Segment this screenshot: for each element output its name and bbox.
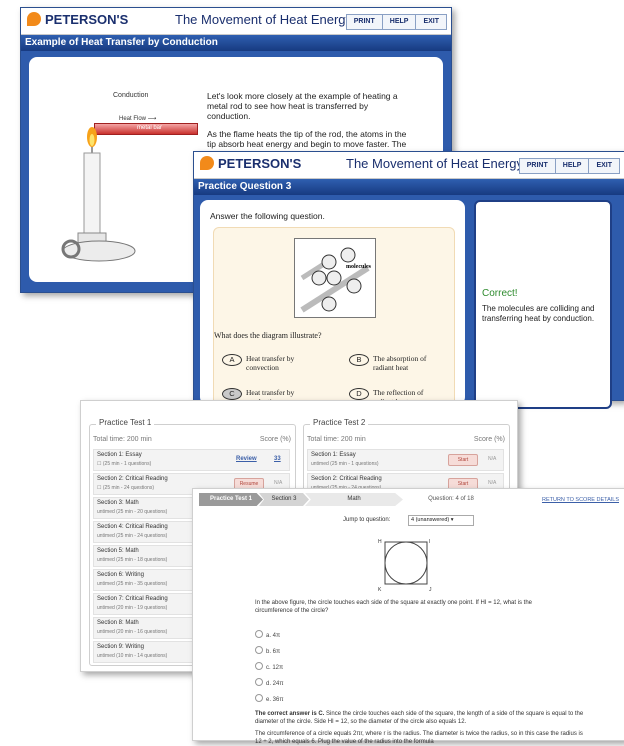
radio-icon[interactable] [255, 694, 263, 702]
answer-b[interactable]: b. 6π [255, 646, 280, 655]
total-time: Total time: 200 min [307, 436, 366, 443]
question-panel: Answer the following question. molecules… [200, 200, 465, 407]
score-header: Score (%) [259, 436, 291, 443]
candle-illustration [61, 127, 136, 262]
answer-d[interactable]: d. 24π [255, 678, 283, 687]
jump-label: Jump to question: [343, 517, 391, 523]
answer-c[interactable]: c. 12π [255, 662, 283, 671]
answer-explanation: The correct answer is C. Since the circl… [255, 711, 584, 725]
svg-text:I: I [429, 539, 430, 545]
answer-e[interactable]: e. 36π [255, 694, 283, 703]
question-counter: Question: 4 of 18 [428, 496, 474, 502]
score-link[interactable]: 33 [274, 456, 281, 462]
breadcrumb-subject: Math [305, 493, 403, 506]
print-button[interactable]: PRINT [345, 14, 383, 30]
return-to-score-link[interactable]: RETURN TO SCORE DETAILS [542, 497, 619, 503]
app-title: The Movement of Heat Energy [346, 156, 524, 171]
score-value: N/A [488, 480, 497, 486]
svg-text:K: K [378, 587, 382, 593]
jump-select[interactable]: 4 (unanswered) ▾ [408, 515, 474, 526]
radio-icon[interactable] [255, 662, 263, 670]
answer-explanation-2: The circumference of a circle equals 2πr… [255, 731, 583, 745]
header-bar: PETERSON'S The Movement of Heat Energy P… [21, 8, 451, 35]
top-nav: PRINT HELP EXIT [518, 158, 620, 174]
svg-text:H: H [378, 539, 382, 545]
breadcrumb-test[interactable]: Practice Test 1 [199, 493, 263, 506]
svg-text:J: J [429, 587, 432, 593]
instruction-text: Answer the following question. [210, 211, 325, 221]
exit-button[interactable]: EXIT [589, 158, 620, 174]
review-link[interactable]: Review [236, 456, 257, 462]
radio-icon[interactable] [255, 678, 263, 686]
app-title: The Movement of Heat Energy [175, 12, 353, 27]
test-title: Practice Test 1 [96, 418, 155, 427]
print-button[interactable]: PRINT [518, 158, 556, 174]
help-button[interactable]: HELP [382, 14, 417, 30]
heat-flow-label: Heat Flow ⟶ [119, 116, 157, 122]
section-row: Section 1: Essay ☐ (25 min - 1 questions… [93, 449, 290, 471]
checkbox-icon[interactable]: ☐ (25 min - 1 questions) [97, 461, 151, 467]
test-title: Practice Test 2 [310, 418, 369, 427]
start-button[interactable]: Start [448, 454, 478, 466]
total-time: Total time: 200 min [93, 436, 152, 443]
feedback-panel: Correct! The molecules are colliding and… [474, 200, 612, 409]
section-row: Section 1: Essay untimed (25 min - 1 que… [307, 449, 504, 471]
exit-button[interactable]: EXIT [416, 14, 447, 30]
flame-logo-icon [27, 12, 41, 26]
question-text: In the above figure, the circle touches … [255, 600, 532, 614]
radio-icon[interactable] [255, 646, 263, 654]
molecules-diagram: molecules [294, 238, 376, 318]
practice-question-window: PETERSON'S The Movement of Heat Energy P… [193, 151, 624, 409]
diagram-title: Conduction [113, 92, 149, 99]
breadcrumb-section[interactable]: Section 3 [259, 493, 309, 506]
practice-test-2: Practice Test 2 Total time: 200 min Scor… [303, 418, 510, 498]
score-header: Score (%) [473, 436, 505, 443]
top-nav: PRINT HELP EXIT [345, 14, 447, 30]
feedback-text: The molecules are colliding and transfer… [482, 304, 595, 323]
option-b[interactable]: B The absorption of radiant heat [349, 354, 449, 372]
flame-logo-icon [200, 156, 214, 170]
score-value: N/A [488, 456, 497, 462]
help-button[interactable]: HELP [555, 158, 590, 174]
radio-icon[interactable] [255, 630, 263, 638]
header-bar: PETERSON'S The Movement of Heat Energy P… [194, 152, 624, 179]
arrow-right-icon: ⟶ [147, 116, 157, 122]
petersons-logo: PETERSON'S [27, 12, 128, 27]
answer-a[interactable]: a. 4π [255, 630, 280, 639]
dropdown-icon: ▾ [450, 517, 454, 523]
section-title: Example of Heat Transfer by Conduction [21, 35, 451, 51]
score-value: N/A [274, 480, 283, 486]
question-card: molecules What does the diagram illustra… [213, 227, 455, 407]
option-a[interactable]: A Heat transfer by convection [222, 354, 322, 372]
petersons-logo: PETERSON'S [200, 156, 301, 171]
explanation-text: Let's look more closely at the example o… [207, 91, 407, 159]
question-text: What does the diagram illustrate? [214, 331, 322, 340]
section-title: Practice Question 3 [194, 179, 624, 195]
feedback-title: Correct! [482, 288, 518, 299]
math-question-window: Practice Test 1 Section 3 Math Question:… [192, 488, 624, 745]
svg-text:molecules: molecules [346, 264, 372, 270]
circle-in-square-figure: H I K J [378, 539, 432, 593]
